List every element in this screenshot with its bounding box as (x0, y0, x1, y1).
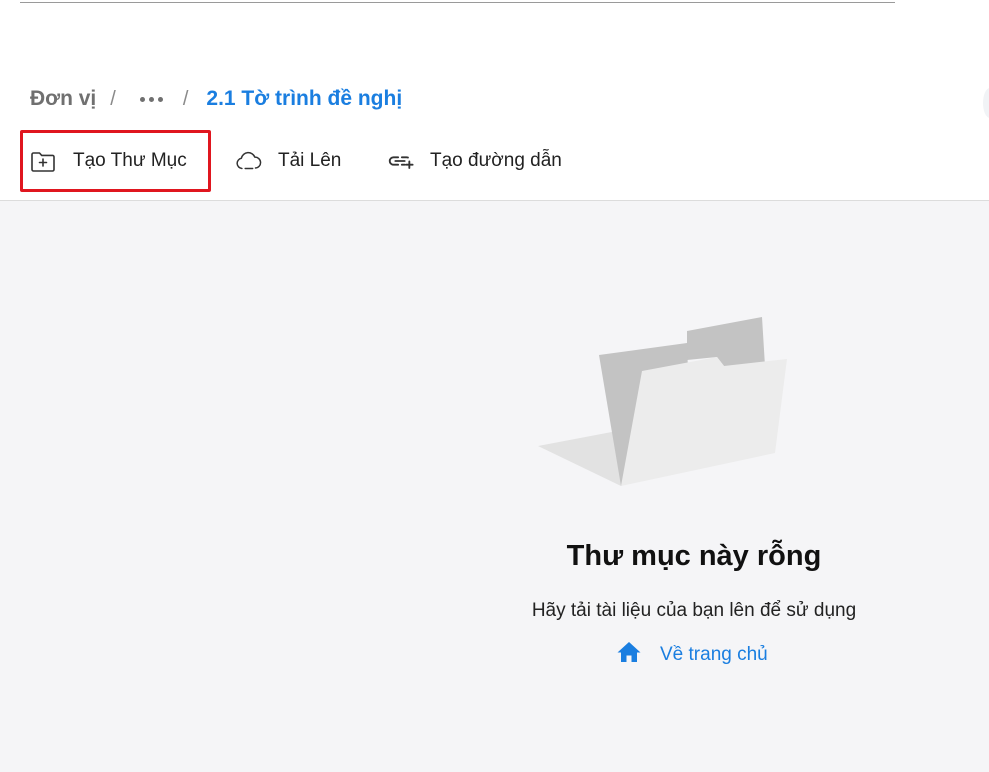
breadcrumb-more-icon[interactable] (134, 96, 169, 102)
link-plus-icon (386, 147, 414, 175)
home-link[interactable]: Về trang chủ (616, 640, 768, 670)
folder-plus-icon (29, 147, 57, 175)
breadcrumb-separator: / (182, 87, 189, 110)
home-icon (616, 640, 642, 670)
upload-label: Tải Lên (278, 150, 342, 171)
empty-state-title: Thư mục này rỗng (566, 540, 822, 572)
home-link-label: Về trang chủ (660, 644, 768, 665)
breadcrumb-root[interactable]: Đơn vị (30, 87, 96, 111)
breadcrumb-separator: / (110, 87, 116, 110)
page: Đơn vị / / 2.1 Tờ trình đề nghị Tạo Thư … (0, 0, 989, 772)
breadcrumb: Đơn vị / / 2.1 Tờ trình đề nghị (30, 84, 402, 114)
create-link-button[interactable]: Tạo đường dẫn (386, 130, 562, 192)
top-divider (20, 2, 895, 3)
empty-folder-icon (537, 315, 789, 492)
breadcrumb-current[interactable]: 2.1 Tờ trình đề nghị (206, 87, 402, 111)
edge-button[interactable] (983, 88, 989, 118)
empty-state-subtitle: Hãy tải tài liệu của bạn lên để sử dụng (531, 600, 857, 621)
create-folder-label: Tạo Thư Mục (73, 150, 187, 171)
upload-button[interactable]: Tải Lên (234, 130, 341, 192)
create-link-label: Tạo đường dẫn (430, 150, 562, 171)
cloud-icon (234, 147, 262, 175)
file-list-area: Thư mục này rỗng Hãy tải tài liệu của bạ… (0, 201, 989, 772)
create-folder-button[interactable]: Tạo Thư Mục (20, 130, 211, 192)
